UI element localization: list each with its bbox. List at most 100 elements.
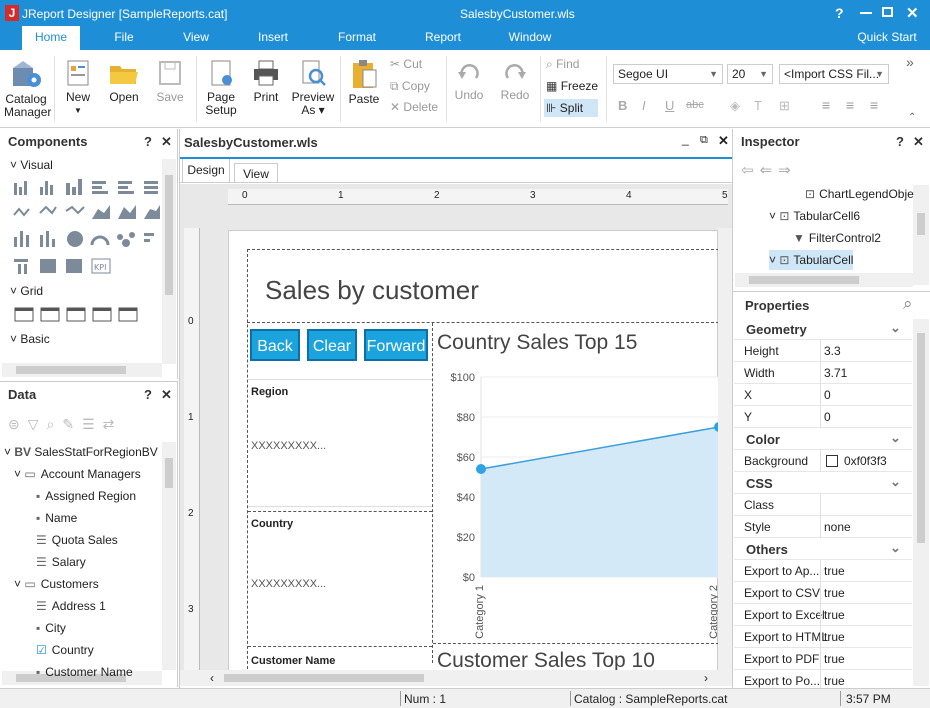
align-left-icon[interactable]: ≡ xyxy=(822,97,830,113)
close-icon[interactable]: ✕ xyxy=(161,387,172,403)
tab-format[interactable]: Format xyxy=(332,26,382,50)
undo-button[interactable]: Undo xyxy=(450,62,488,102)
others-section[interactable]: Others ⌄ xyxy=(734,538,912,560)
components-scrollbar[interactable] xyxy=(162,159,176,364)
search-icon[interactable]: ⌕ xyxy=(47,416,63,432)
freeze-button[interactable]: ▦ Freeze xyxy=(546,80,600,93)
property-row[interactable]: Export to PDF true xyxy=(734,648,912,670)
property-row[interactable]: Class xyxy=(734,494,912,516)
list-icon[interactable]: ☰ xyxy=(82,416,103,432)
inspector-tree-scrollbar[interactable] xyxy=(913,185,929,285)
help-button[interactable]: ? xyxy=(835,5,844,21)
collapse-icon[interactable]: ⌄ xyxy=(890,540,901,556)
align-right-icon[interactable]: ≡ xyxy=(870,97,878,113)
new-button[interactable]: New ▼ xyxy=(60,58,96,117)
border-icon[interactable]: ⊞ xyxy=(779,98,790,114)
property-row[interactable]: Height 3.3 xyxy=(734,340,912,362)
swap-icon[interactable]: ⇄ xyxy=(103,416,123,432)
property-value[interactable]: 3.71 xyxy=(824,366,847,380)
region-filter[interactable]: Region XXXXXXXXX... xyxy=(248,379,432,507)
database-icon[interactable]: ⊜ xyxy=(8,416,28,432)
property-value[interactable]: true xyxy=(824,564,845,578)
save-button[interactable]: Save xyxy=(150,58,190,104)
data-tree-item[interactable]: ☑ Country xyxy=(36,640,94,660)
tab-window[interactable]: Window xyxy=(504,26,556,50)
bv-root[interactable]: ˅ BV SalesStatForRegionBV xyxy=(4,442,158,462)
tab-insert[interactable]: Insert xyxy=(248,26,298,50)
close-icon[interactable]: ✕ xyxy=(161,134,172,150)
property-row[interactable]: Export to Excel true xyxy=(734,604,912,626)
tab-view-mode[interactable]: View xyxy=(234,163,278,183)
forward-button[interactable]: Forward xyxy=(364,329,428,361)
tab-design[interactable]: Design xyxy=(182,159,230,183)
css-section[interactable]: CSS ⌄ xyxy=(734,472,912,494)
inspector-tree-item[interactable]: ˅ ⊡ TabularCell xyxy=(769,250,854,270)
doc-minimize-icon[interactable]: _ xyxy=(682,132,689,146)
doc-restore-icon[interactable]: ⧉ xyxy=(700,134,708,147)
property-row[interactable]: Export to CSV true xyxy=(734,582,912,604)
find-button[interactable]: ⌕ Find xyxy=(546,58,600,71)
document-tab[interactable]: SalesbyCustomer.wls xyxy=(184,135,318,150)
inspector-tree-item[interactable]: ˅ ⊡ TabularCell6 xyxy=(769,206,860,226)
redo-button[interactable]: Redo xyxy=(496,62,534,102)
property-row[interactable]: Background 0xf0f3f3 xyxy=(734,450,912,472)
tab-file[interactable]: File xyxy=(100,26,148,50)
property-value[interactable]: true xyxy=(824,608,845,622)
fill-color-icon[interactable]: ◈ xyxy=(730,98,740,114)
property-row[interactable]: Width 3.71 xyxy=(734,362,912,384)
text-color-icon[interactable]: T xyxy=(754,98,762,113)
data-tree-item[interactable]: ▪ Assigned Region xyxy=(36,486,136,506)
catalog-manager-button[interactable]: Catalog Manager xyxy=(4,58,51,119)
data-tree-item[interactable]: ▪ City xyxy=(36,618,66,638)
country-filter[interactable]: Country XXXXXXXXX... xyxy=(248,511,432,647)
property-row[interactable]: Export to Ap... true xyxy=(734,560,912,582)
scroll-right-icon[interactable]: › xyxy=(704,671,708,685)
filter-icon[interactable]: ▽ xyxy=(28,416,47,432)
print-button[interactable]: Print xyxy=(248,58,284,104)
collapse-icon[interactable]: ⌄ xyxy=(890,430,901,446)
basic-group[interactable]: ˅ Basic xyxy=(10,329,50,349)
grid-group[interactable]: ˅ Grid xyxy=(10,281,43,301)
property-value[interactable]: 0xf0f3f3 xyxy=(844,454,887,468)
inspector-tree-hscrollbar[interactable] xyxy=(735,273,913,287)
align-center-icon[interactable]: ≡ xyxy=(846,97,854,113)
properties-scrollbar[interactable] xyxy=(913,319,929,686)
paste-button[interactable]: Paste xyxy=(344,58,384,106)
property-value[interactable]: true xyxy=(824,652,845,666)
property-row[interactable]: Export to HTML true xyxy=(734,626,912,648)
doc-close-icon[interactable]: ✕ xyxy=(718,133,729,149)
data-tree-item[interactable]: ☰ Address 1 xyxy=(36,596,106,616)
property-value[interactable]: none xyxy=(824,520,851,534)
collapse-ribbon-icon[interactable]: ⌃ xyxy=(908,112,916,123)
inspector-tree-item[interactable]: ⊡ ChartLegendObje xyxy=(805,184,914,204)
font-size-select[interactable]: 20 ▼ xyxy=(727,64,773,84)
property-row[interactable]: Style none xyxy=(734,516,912,538)
property-value[interactable]: 0 xyxy=(824,410,831,424)
data-tree-item[interactable]: ˅ ▭ Account Managers xyxy=(14,464,141,484)
back-button[interactable]: Back xyxy=(250,329,300,361)
data-tree-item[interactable]: ☰ Salary xyxy=(36,552,86,572)
scroll-left-icon[interactable]: ‹ xyxy=(210,671,214,685)
next-icon[interactable]: ⇒ xyxy=(778,162,797,179)
underline-button[interactable]: U xyxy=(665,98,674,113)
collapse-icon[interactable]: ⌄ xyxy=(890,320,901,336)
tab-report[interactable]: Report xyxy=(418,26,468,50)
data-tree-item[interactable]: ▪ Customer Name xyxy=(36,662,133,682)
back-nav-icon[interactable]: ⇦ xyxy=(741,162,760,179)
doc-scrollbar-vertical[interactable] xyxy=(718,228,732,674)
collapse-icon[interactable]: ⌄ xyxy=(890,474,901,490)
preview-as-button[interactable]: Preview As ▾ xyxy=(290,58,336,117)
data-tree-item[interactable]: ˅ ▭ Customers xyxy=(14,574,99,594)
property-value[interactable]: true xyxy=(824,630,845,644)
country-sales-chart[interactable]: $0$20$40$60$80$100Category 1 Category 2 xyxy=(433,357,719,645)
data-tree-item[interactable]: ▪ Name xyxy=(36,508,77,528)
property-row[interactable]: Y0 xyxy=(734,406,912,428)
minimize-button[interactable] xyxy=(860,12,872,14)
css-file-select[interactable]: <Import CSS Fil... ▼ xyxy=(779,64,889,84)
property-value[interactable]: true xyxy=(824,674,845,688)
page-setup-button[interactable]: Page Setup xyxy=(200,58,242,117)
search-icon[interactable]: ⌕ xyxy=(903,294,913,314)
cut-button[interactable]: ✂ Cut xyxy=(390,58,440,71)
clear-button[interactable]: Clear xyxy=(307,329,357,361)
maximize-button[interactable] xyxy=(882,7,893,17)
